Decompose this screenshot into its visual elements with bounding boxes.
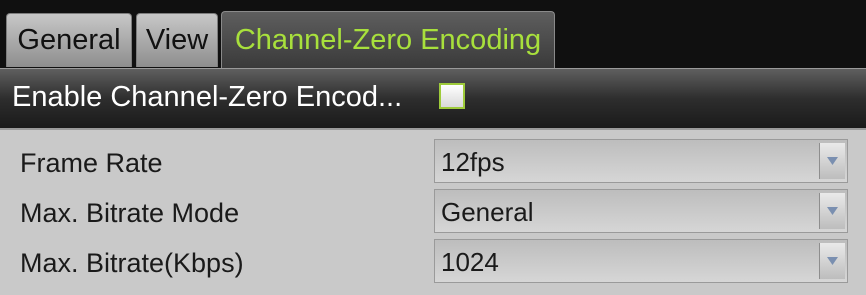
max-bitrate-select[interactable]: 1024 bbox=[434, 239, 848, 283]
max-bitrate-row: Max. Bitrate(Kbps) 1024 bbox=[0, 236, 866, 288]
max-bitrate-mode-label: Max. Bitrate Mode bbox=[20, 198, 240, 228]
tab-general-label: General bbox=[17, 24, 121, 56]
encoding-settings-form: Frame Rate 12fps Max. Bitrate Mode Gener… bbox=[0, 128, 866, 295]
tab-channel-zero-encoding-label: Channel-Zero Encoding bbox=[234, 23, 542, 56]
enable-channel-zero-row: Enable Channel-Zero Encod... bbox=[0, 68, 866, 128]
chevron-down-icon[interactable] bbox=[819, 193, 845, 229]
enable-channel-zero-checkbox[interactable] bbox=[439, 83, 465, 109]
frame-rate-value: 12fps bbox=[441, 147, 505, 177]
chevron-down-icon[interactable] bbox=[819, 143, 845, 179]
max-bitrate-mode-row: Max. Bitrate Mode General bbox=[0, 186, 866, 238]
frame-rate-row: Frame Rate 12fps bbox=[0, 136, 866, 188]
tab-view[interactable]: View bbox=[136, 13, 218, 67]
tab-bar: General View Channel-Zero Encoding bbox=[0, 0, 866, 68]
max-bitrate-value: 1024 bbox=[441, 247, 499, 277]
tab-channel-zero-encoding[interactable]: Channel-Zero Encoding bbox=[221, 11, 555, 68]
frame-rate-label: Frame Rate bbox=[20, 148, 163, 178]
max-bitrate-label: Max. Bitrate(Kbps) bbox=[20, 248, 244, 278]
chevron-down-icon[interactable] bbox=[819, 243, 845, 279]
tab-view-label: View bbox=[145, 24, 209, 56]
enable-channel-zero-label: Enable Channel-Zero Encod... bbox=[12, 81, 403, 113]
tab-general[interactable]: General bbox=[6, 13, 132, 67]
frame-rate-select[interactable]: 12fps bbox=[434, 139, 848, 183]
max-bitrate-mode-value: General bbox=[441, 197, 534, 227]
max-bitrate-mode-select[interactable]: General bbox=[434, 189, 848, 233]
